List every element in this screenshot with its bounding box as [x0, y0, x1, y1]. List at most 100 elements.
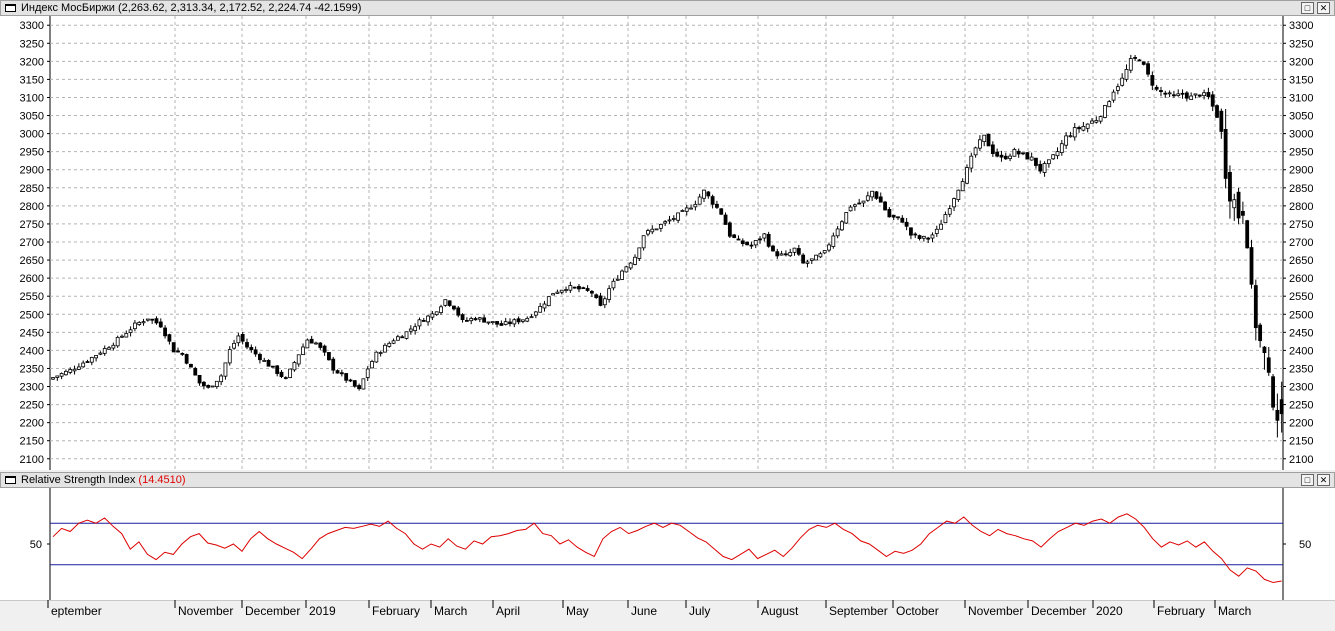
candle-body: [641, 235, 646, 249]
candle-body: [934, 228, 939, 234]
candle-body: [421, 320, 426, 322]
time-axis-label: September: [829, 604, 888, 618]
candle-body: [72, 368, 77, 372]
rsi-pane-titlebar: Relative Strength Index (14.4510) □ ✕: [0, 472, 1335, 488]
candle-body: [805, 261, 810, 264]
candle-body: [960, 181, 965, 192]
candle-body: [417, 319, 422, 327]
candle-body: [706, 191, 711, 197]
candle-body: [533, 311, 538, 316]
candle-body: [1197, 94, 1202, 97]
candle-body: [607, 288, 612, 300]
candle-body: [456, 307, 461, 316]
rsi-chart: 50 50: [30, 488, 1311, 600]
time-axis-label: February: [1157, 604, 1205, 618]
candle-body: [115, 336, 120, 347]
candle-body: [611, 280, 616, 289]
candle-body: [990, 144, 995, 154]
candle-body: [447, 300, 452, 306]
candle-body: [357, 385, 361, 390]
candle-body: [495, 321, 499, 325]
candle-body: [1055, 151, 1060, 157]
candle-body: [1223, 129, 1228, 179]
candle-body: [395, 336, 400, 341]
candle-body: [1240, 210, 1245, 216]
candle-body: [1271, 376, 1275, 408]
candle-body: [503, 321, 508, 325]
candle-body: [1034, 157, 1038, 166]
price-tick-label-left: 3200: [20, 56, 44, 68]
price-tick-label-left: 2600: [20, 273, 44, 285]
candle-body: [59, 373, 64, 377]
candle-body: [917, 235, 922, 240]
candle-body: [1064, 135, 1069, 146]
candle-body: [926, 237, 931, 240]
candle-body: [85, 361, 90, 363]
candle-body: [1228, 171, 1232, 202]
window-icon: [5, 4, 16, 12]
candle-body: [275, 365, 280, 374]
candle-body: [771, 245, 775, 252]
candle-body: [413, 326, 418, 332]
candle-body: [978, 139, 982, 149]
candle-body: [1051, 154, 1056, 160]
candle-body: [1077, 127, 1081, 130]
candle-body: [400, 336, 405, 339]
candle-body: [128, 329, 133, 333]
candle-body: [551, 293, 555, 296]
candle-body: [861, 200, 866, 204]
price-tick-label-left: 2200: [20, 418, 44, 430]
candle-body: [184, 354, 189, 364]
candle-body: [76, 366, 81, 370]
candle-body: [1159, 90, 1163, 92]
candle-body: [870, 190, 875, 198]
candle-body: [577, 286, 581, 290]
price-tick-label-right: 3050: [1289, 111, 1313, 123]
candle-body: [227, 349, 232, 364]
restore-icon[interactable]: □: [1301, 474, 1314, 486]
candle-body: [154, 318, 159, 324]
candle-body: [1072, 127, 1077, 138]
price-tick-label-right: 2600: [1289, 273, 1313, 285]
price-tick-label-right: 2950: [1289, 147, 1313, 159]
price-tick-label-left: 2400: [20, 345, 44, 357]
candle-body: [719, 208, 724, 215]
candle-body: [995, 151, 1000, 157]
close-icon[interactable]: ✕: [1317, 474, 1330, 486]
candle-body: [947, 208, 952, 215]
candle-body: [292, 362, 297, 371]
candle-body: [697, 196, 702, 205]
candle-body: [309, 338, 314, 344]
candle-body: [1219, 110, 1224, 132]
candle-body: [1176, 93, 1181, 96]
candle-body: [1085, 123, 1090, 129]
price-tick-label-right: 2650: [1289, 255, 1313, 267]
candle-body: [89, 356, 94, 363]
price-chart-pane: 2100 2100 2150 2150 2200 2200 2250 2250 2300 2300…: [0, 16, 1335, 470]
candle-body: [1090, 120, 1094, 124]
price-pane-title: Индекс МосБиржи (2,263.62, 2,313.34, 2,1…: [21, 2, 362, 14]
close-icon[interactable]: ✕: [1317, 2, 1330, 14]
candle-body: [857, 202, 862, 205]
time-axis-label: 2019: [309, 604, 336, 618]
candle-body: [1189, 95, 1194, 100]
candle-body: [589, 290, 594, 294]
candle-body: [883, 201, 887, 211]
restore-icon[interactable]: □: [1301, 2, 1314, 14]
time-axis-label: November: [178, 604, 233, 618]
candle-body: [262, 360, 267, 362]
candle-body: [1215, 105, 1219, 118]
time-axis-label: April: [496, 604, 520, 618]
candle-body: [676, 212, 681, 221]
time-axis-label: March: [1218, 604, 1251, 618]
candle-body: [818, 253, 823, 258]
candle-body: [831, 235, 836, 247]
candle-body: [133, 322, 137, 330]
candle-body: [784, 253, 788, 256]
candle-body: [387, 342, 392, 347]
price-tick-label-left: 2250: [20, 400, 44, 412]
candle-body: [559, 289, 564, 293]
candle-body: [986, 133, 991, 147]
candle-body: [219, 375, 224, 383]
candle-body: [814, 254, 818, 261]
